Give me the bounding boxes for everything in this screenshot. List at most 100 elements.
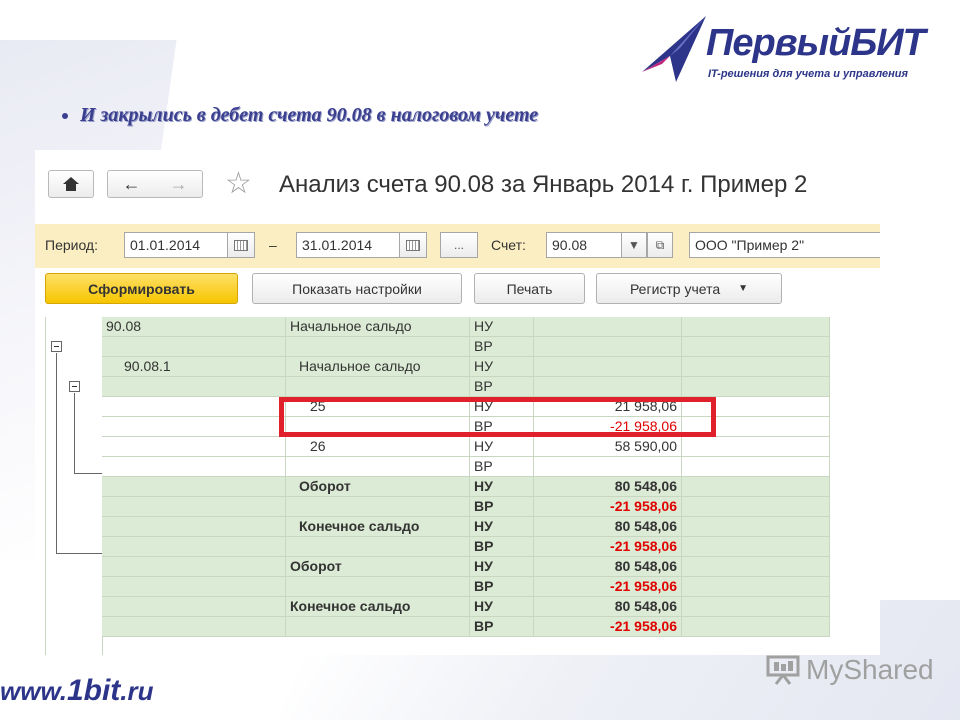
report-table: 90.08 Начальное сальдо НУ ВР 90.08.1 Начально… xyxy=(45,317,880,655)
footer-url-main: 1bit xyxy=(66,674,121,707)
report-cell-extra xyxy=(682,457,830,477)
register-button-label: Регистр учета xyxy=(629,280,721,297)
tree-line xyxy=(74,393,75,473)
report-cell-value xyxy=(534,377,682,397)
footer-url[interactable]: www.1bit.ru xyxy=(0,674,154,708)
report-cell-value: 58 590,00 xyxy=(534,437,682,457)
home-button[interactable] xyxy=(48,170,94,198)
footer-url-prefix: www. xyxy=(0,676,67,706)
myshared-watermark: MyShared xyxy=(766,654,934,686)
report-cell-acct: 90.08.1 xyxy=(102,357,286,377)
calendar-from-button[interactable] xyxy=(227,232,255,258)
report-cell-extra xyxy=(682,357,830,377)
report-cell-type: НУ xyxy=(470,357,534,377)
report-cell-acct xyxy=(102,437,286,457)
report-cell-type: НУ xyxy=(470,597,534,617)
report-cell-label xyxy=(286,337,470,357)
report-cell-extra xyxy=(682,317,830,337)
bullet-icon xyxy=(62,112,68,119)
report-cell-label xyxy=(286,537,470,557)
report-cell-type: НУ xyxy=(470,517,534,537)
report-cell-label: Начальное сальдо xyxy=(286,357,470,377)
collapse-group-icon[interactable] xyxy=(51,341,62,352)
report-cell-extra xyxy=(682,497,830,517)
report-cell-acct: 90.08 xyxy=(102,317,286,337)
report-cell-value: -21 958,06 xyxy=(534,617,682,637)
report-cell-type: ВР xyxy=(470,337,534,357)
report-cell-label xyxy=(286,577,470,597)
period-dash: – xyxy=(269,237,277,253)
report-cell-extra xyxy=(682,597,830,617)
account-label: Счет: xyxy=(491,237,526,253)
footer-url-suffix: .ru xyxy=(120,676,154,706)
report-cell-acct xyxy=(102,497,286,517)
watermark-text: MyShared xyxy=(806,654,934,685)
report-cell-value: -21 958,06 xyxy=(534,577,682,597)
report-cell-type: НУ xyxy=(470,317,534,337)
date-to-field[interactable]: 31.01.2014 xyxy=(296,232,400,258)
open-window-icon: ⧉ xyxy=(655,237,665,252)
account-open-button[interactable]: ⧉ xyxy=(647,232,673,258)
report-cell-value xyxy=(534,317,682,337)
tree-line xyxy=(56,353,57,553)
heading-text: И закрылись в дебет счета 90.08 в налого… xyxy=(80,104,539,126)
generate-button[interactable]: Сформировать xyxy=(45,273,238,304)
report-cell-extra xyxy=(682,537,830,557)
report-cell-value: -21 958,06 xyxy=(534,537,682,557)
report-cell-acct xyxy=(102,537,286,557)
favorite-star-icon[interactable]: ☆ xyxy=(225,166,252,201)
report-cell-value: 80 548,06 xyxy=(534,597,682,617)
nav-buttons: ← → xyxy=(107,170,203,198)
report-cell-value: 80 548,06 xyxy=(534,517,682,537)
report-cell-type: ВР xyxy=(470,457,534,477)
report-cell-label: Конечное сальдо xyxy=(286,517,470,537)
logo-arrow-icon xyxy=(642,16,706,82)
collapse-subgroup-icon[interactable] xyxy=(69,381,80,392)
tree-line xyxy=(74,473,102,474)
report-cell-acct xyxy=(102,417,286,437)
report-cell-extra xyxy=(682,517,830,537)
back-arrow-icon[interactable]: ← xyxy=(123,174,141,195)
calendar-to-button[interactable] xyxy=(399,232,427,258)
period-label: Период: xyxy=(45,237,98,253)
organization-field[interactable]: ООО "Пример 2" xyxy=(689,232,880,258)
report-cell-type: ВР xyxy=(470,377,534,397)
report-cell-label: Оборот xyxy=(286,477,470,497)
report-cell-acct xyxy=(102,617,286,637)
account-dropdown-button[interactable]: ▼ xyxy=(621,232,647,258)
calendar-icon xyxy=(234,239,248,251)
report-window: ← → ☆ Анализ счета 90.08 за Январь 2014 … xyxy=(35,150,880,655)
window-title: Анализ счета 90.08 за Январь 2014 г. При… xyxy=(279,171,808,198)
period-select-button[interactable]: ... xyxy=(440,232,478,258)
dropdown-arrow-icon: ▼ xyxy=(738,283,749,294)
logo-title: ПервыйБИТ xyxy=(706,22,926,64)
account-field[interactable]: 90.08 xyxy=(546,232,622,258)
register-button[interactable]: Регистр учета ▼ xyxy=(596,273,782,304)
report-cell-extra xyxy=(682,377,830,397)
print-button[interactable]: Печать xyxy=(474,273,585,304)
report-cell-type: ВР xyxy=(470,537,534,557)
date-from-field[interactable]: 01.01.2014 xyxy=(124,232,228,258)
report-cell-acct xyxy=(102,597,286,617)
logo-subtitle: IT-решения для учета и управления xyxy=(708,68,908,80)
report-cell-acct xyxy=(102,337,286,357)
report-cell-type: НУ xyxy=(470,557,534,577)
report-cell-acct xyxy=(102,477,286,497)
report-cell-value: 80 548,06 xyxy=(534,557,682,577)
brand-logo: ПервыйБИТ IT-решения для учета и управле… xyxy=(640,12,940,86)
dropdown-arrow-icon: ▼ xyxy=(628,238,640,252)
report-cell-label xyxy=(286,457,470,477)
report-cell-type: НУ xyxy=(470,477,534,497)
report-cell-extra xyxy=(682,437,830,457)
show-settings-button[interactable]: Показать настройки xyxy=(252,273,462,304)
calendar-icon xyxy=(406,239,420,251)
forward-arrow-icon[interactable]: → xyxy=(170,174,188,195)
report-cell-label: 26 xyxy=(286,437,470,457)
report-cell-extra xyxy=(682,557,830,577)
report-cell-value xyxy=(534,357,682,377)
report-cell-label: Начальное сальдо xyxy=(286,317,470,337)
parameters-panel: Период: 01.01.2014 – 31.01.2014 ... Счет… xyxy=(35,224,880,268)
report-cell-label xyxy=(286,497,470,517)
report-cell-value: 80 548,06 xyxy=(534,477,682,497)
report-cell-acct xyxy=(102,377,286,397)
